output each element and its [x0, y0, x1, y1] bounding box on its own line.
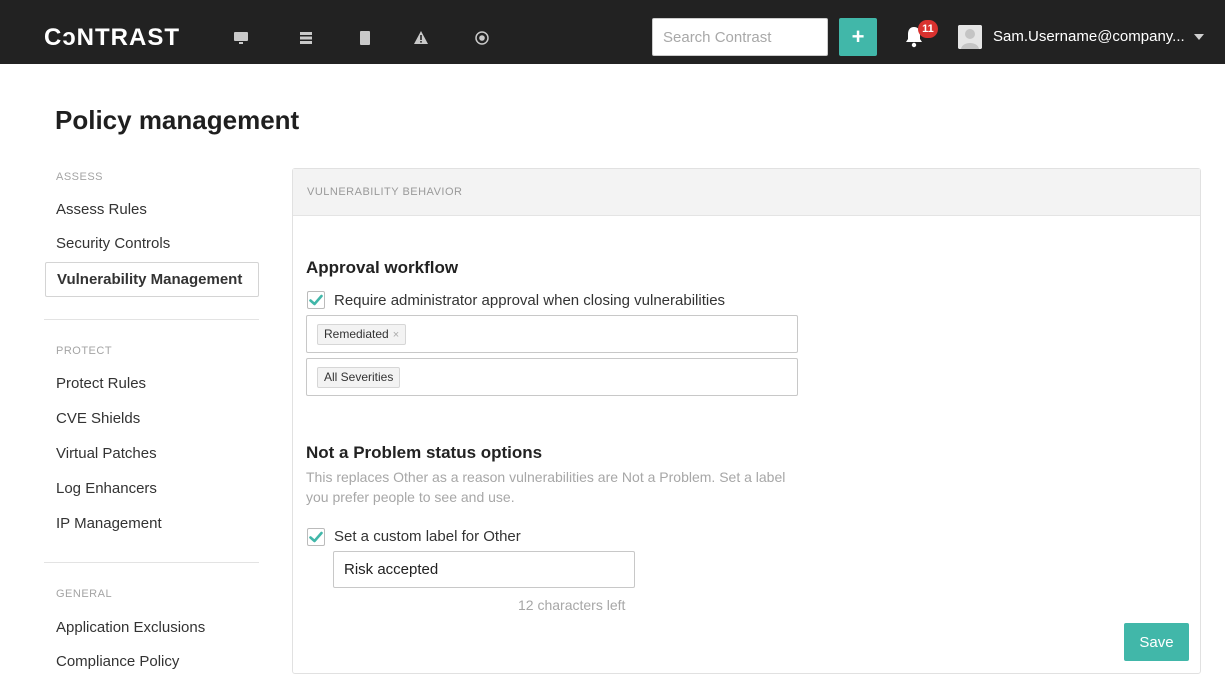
- status-tag: Remediated ×: [317, 324, 407, 345]
- search-input[interactable]: [652, 18, 828, 56]
- checkmark-icon: [309, 294, 323, 306]
- chevron-down-icon[interactable]: [1194, 34, 1204, 40]
- approval-workflow-heading: Approval workflow: [306, 258, 459, 277]
- sidebar-item-assess-rules[interactable]: Assess Rules: [56, 201, 147, 219]
- panel-header-title: VULNERABILITY BEHAVIOR: [307, 186, 463, 198]
- sidebar-divider: [44, 562, 259, 563]
- sidebar-item-security-controls[interactable]: Security Controls: [56, 235, 170, 253]
- page-title: Policy management: [55, 105, 300, 135]
- sidebar-item-protect-rules[interactable]: Protect Rules: [56, 375, 146, 393]
- monitor-icon[interactable]: [233, 30, 249, 46]
- custom-label-checkbox-label[interactable]: Set a custom label for Other: [334, 528, 521, 546]
- custom-label-checkbox[interactable]: [307, 528, 325, 546]
- sidebar-divider: [44, 319, 259, 320]
- approval-checkbox[interactable]: [307, 291, 325, 309]
- sidebar-section-protect: PROTECT: [56, 345, 113, 357]
- status-tag-label: Remediated: [324, 327, 389, 341]
- sidebar-section-general: GENERAL: [56, 588, 113, 600]
- not-a-problem-heading: Not a Problem status options: [306, 443, 543, 462]
- sidebar-item-log-enhancers[interactable]: Log Enhancers: [56, 480, 157, 498]
- severity-tag: All Severities: [317, 367, 401, 388]
- checkmark-icon: [309, 531, 323, 543]
- remove-tag-icon[interactable]: ×: [393, 329, 399, 341]
- target-icon[interactable]: [474, 30, 490, 46]
- severity-tag-label: All Severities: [324, 370, 394, 384]
- sidebar-section-assess: ASSESS: [56, 171, 104, 183]
- top-nav-bar: CɔNTRAST + 11 Sam.Username@company...: [0, 0, 1225, 64]
- characters-left-counter: 12 characters left: [518, 597, 626, 613]
- severity-select[interactable]: All Severities: [306, 358, 798, 396]
- sidebar-item-ip-management[interactable]: IP Management: [56, 515, 162, 533]
- save-button[interactable]: Save: [1124, 623, 1189, 661]
- panel-header: VULNERABILITY BEHAVIOR: [293, 169, 1200, 216]
- add-button[interactable]: +: [839, 18, 877, 56]
- not-a-problem-description: This replaces Other as a reason vulnerab…: [306, 469, 786, 505]
- user-avatar[interactable]: [958, 25, 982, 49]
- sidebar-item-application-exclusions[interactable]: Application Exclusions: [56, 619, 205, 637]
- status-select[interactable]: Remediated ×: [306, 315, 798, 353]
- approval-checkbox-label[interactable]: Require administrator approval when clos…: [334, 292, 725, 310]
- sidebar-item-cve-shields[interactable]: CVE Shields: [56, 410, 140, 428]
- server-icon[interactable]: [298, 30, 314, 46]
- sidebar-item-virtual-patches[interactable]: Virtual Patches: [56, 445, 157, 463]
- book-icon[interactable]: [357, 30, 373, 46]
- sidebar-item-vulnerability-management[interactable]: Vulnerability Management: [45, 262, 259, 297]
- custom-label-input[interactable]: [333, 551, 635, 588]
- sidebar-item-compliance-policy[interactable]: Compliance Policy: [56, 653, 179, 671]
- vulnerability-behavior-panel: VULNERABILITY BEHAVIOR: [292, 168, 1201, 674]
- contrast-logo[interactable]: CɔNTRAST: [44, 24, 180, 52]
- user-menu-name[interactable]: Sam.Username@company...: [993, 28, 1185, 46]
- warning-icon[interactable]: [413, 30, 429, 46]
- notification-count-badge: 11: [918, 20, 938, 38]
